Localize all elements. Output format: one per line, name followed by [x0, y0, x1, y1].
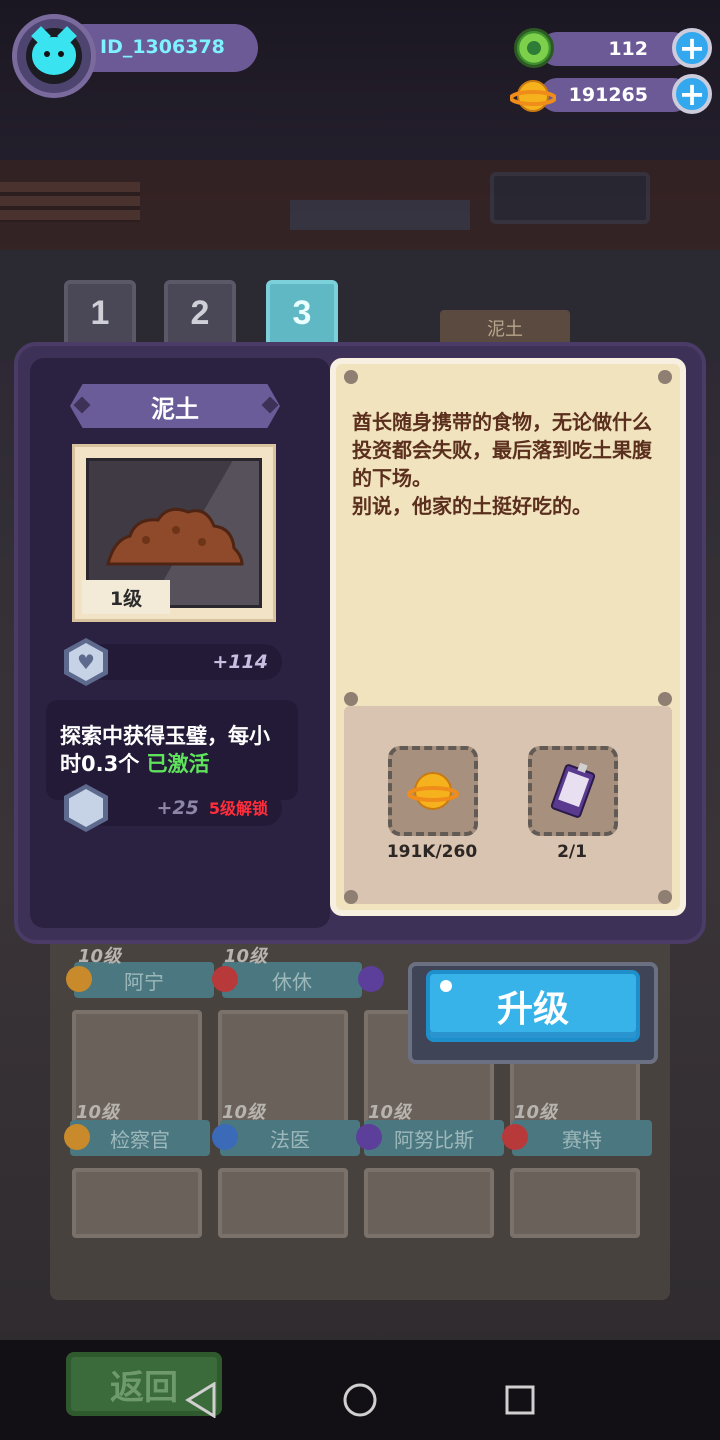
background-building	[0, 160, 720, 250]
grid-name-3: 检察官	[70, 1120, 210, 1156]
avatar[interactable]	[12, 14, 96, 98]
grid-name-6: 赛特	[512, 1120, 652, 1156]
character-card[interactable]	[364, 1168, 494, 1238]
character-card[interactable]	[218, 1168, 348, 1238]
unlock-hint: 5级解锁	[208, 799, 268, 818]
nav-home-icon[interactable]	[342, 1382, 378, 1418]
item-name: 泥土	[70, 384, 280, 428]
character-card[interactable]	[510, 1168, 640, 1238]
item-level-tag: 1级	[82, 580, 170, 614]
item-description: 酋长随身携带的食物，无论做什么投资都会失败，最后落到吃土果腹的下场。 别说，他家…	[352, 408, 668, 520]
dirt-pile-icon	[106, 507, 244, 566]
skill-status: 已激活	[146, 752, 210, 776]
cost-gold-amount: 191K/260	[386, 842, 478, 862]
nav-recents-icon[interactable]	[504, 1384, 536, 1416]
rarity-shield-icon	[64, 1124, 90, 1150]
ticket-card-icon	[550, 762, 596, 818]
rarity-shield-icon	[356, 1124, 382, 1150]
health-bonus: +114	[84, 644, 282, 680]
defense-bonus: +25	[156, 797, 199, 819]
grid-name-4: 法医	[220, 1120, 360, 1156]
gold-planet-coin-icon	[510, 80, 556, 112]
jade-currency-value: 112	[540, 32, 690, 66]
grid-level-2: 10级	[224, 946, 268, 967]
description-line-1: 酋长随身携带的食物，无论做什么投资都会失败，最后落到吃土果腹的下场。	[352, 410, 652, 490]
grid-level-3: 10级	[76, 1102, 120, 1123]
tab-1[interactable]: 1	[64, 280, 136, 346]
building-panel	[290, 200, 470, 230]
rarity-shield-icon	[212, 966, 238, 992]
cost-slot-ticket[interactable]	[528, 746, 618, 836]
rarity-shield-icon	[502, 1124, 528, 1150]
rarity-shield-icon	[212, 1124, 238, 1150]
nav-back-icon[interactable]	[184, 1382, 218, 1418]
player-id: ID_1306378	[100, 36, 225, 58]
upgrade-button[interactable]: 升级	[426, 970, 640, 1042]
cost-ticket-amount: 2/1	[557, 842, 587, 862]
skill-description: 探索中获得玉璧，每小时0.3个 已激活	[46, 700, 298, 800]
add-gold-button[interactable]: +	[672, 74, 712, 114]
character-card[interactable]	[72, 1168, 202, 1238]
grid-level-6: 10级	[514, 1102, 558, 1123]
tab-2[interactable]: 2	[164, 280, 236, 346]
jade-coin-icon	[514, 28, 554, 68]
building-sign	[490, 172, 650, 224]
grid-name-5: 阿努比斯	[364, 1120, 504, 1156]
grid-level-4: 10级	[222, 1102, 266, 1123]
description-line-2: 别说，他家的土挺好吃的。	[352, 494, 592, 518]
grid-level-1: 10级	[78, 946, 122, 967]
building-stripes	[0, 182, 140, 222]
rarity-shield-icon	[66, 966, 92, 992]
tab-3[interactable]: 3	[266, 280, 338, 346]
defense-bonus-bar: +25 5级解锁	[84, 790, 282, 826]
cost-slot-gold[interactable]	[388, 746, 478, 836]
cat-avatar-icon	[32, 37, 76, 75]
gold-currency-value: 191265	[540, 78, 690, 112]
rarity-shield-icon	[358, 966, 384, 992]
grid-level-5: 10级	[368, 1102, 412, 1123]
gold-planet-coin-icon	[407, 772, 459, 810]
background-item-label: 泥土	[440, 310, 570, 346]
add-jade-button[interactable]: +	[672, 28, 712, 68]
